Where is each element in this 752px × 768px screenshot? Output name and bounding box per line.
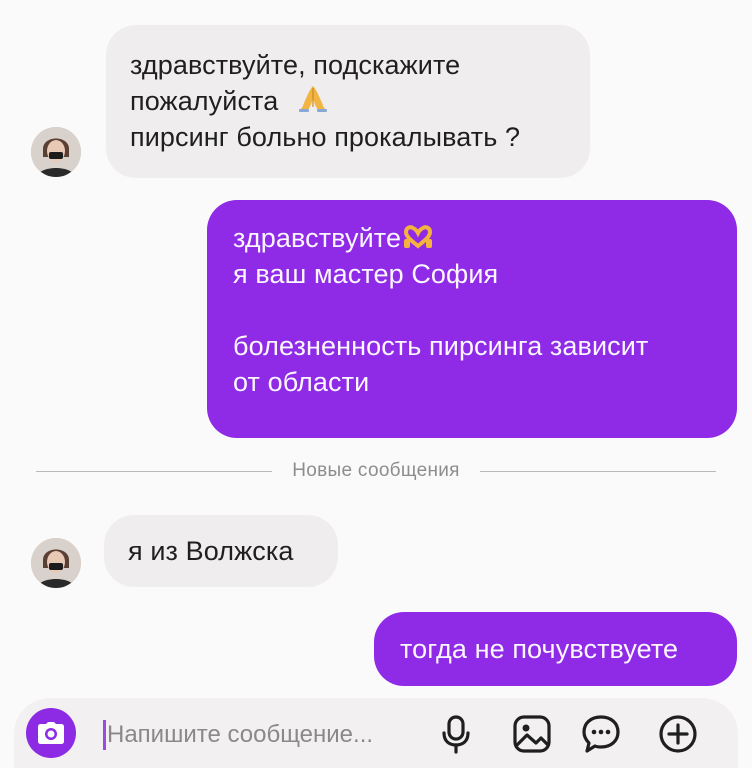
text-caret <box>103 720 106 750</box>
message-line: я из Волжска <box>128 536 294 566</box>
heart-hands-icon <box>404 225 433 249</box>
camera-icon <box>38 722 64 744</box>
message-bubble-outgoing[interactable]: здравствуйте я ваш мастер София болезнен… <box>207 200 737 438</box>
message-line: от области <box>233 367 370 397</box>
message-line <box>233 292 711 328</box>
message-bubble-outgoing[interactable]: тогда не почувствуете <box>374 612 737 686</box>
avatar[interactable] <box>31 538 81 588</box>
message-line: тогда не почувствуете <box>400 634 679 664</box>
gallery-icon[interactable] <box>510 712 554 756</box>
new-messages-divider: Новые сообщения <box>36 456 716 486</box>
praying-hands-icon <box>298 86 327 112</box>
message-input[interactable] <box>107 719 407 751</box>
message-line: здравствуйте, подскажите <box>130 50 461 80</box>
message-bubble-incoming[interactable]: здравствуйте, подскажите пожалуйста пирс… <box>106 25 590 178</box>
chat-thread: здравствуйте, подскажите пожалуйста пирс… <box>0 0 752 768</box>
avatar[interactable] <box>31 127 81 177</box>
divider-rule <box>36 470 273 472</box>
message-bubble-incoming[interactable]: я из Волжска <box>104 515 338 587</box>
microphone-icon[interactable] <box>434 712 478 756</box>
message-composer <box>14 698 738 768</box>
sticker-icon[interactable] <box>579 712 623 756</box>
divider-label: Новые сообщения <box>292 460 460 481</box>
message-line: пирсинг больно прокалывать ? <box>130 122 521 152</box>
divider-rule <box>479 470 716 472</box>
camera-button[interactable] <box>26 708 76 758</box>
message-line: здравствуйте <box>233 223 402 253</box>
plus-icon[interactable] <box>656 712 700 756</box>
message-line: я ваш мастер София <box>233 259 499 289</box>
message-line: болезненность пирсинга зависит <box>233 331 649 361</box>
message-line: пожалуйста <box>130 86 279 116</box>
